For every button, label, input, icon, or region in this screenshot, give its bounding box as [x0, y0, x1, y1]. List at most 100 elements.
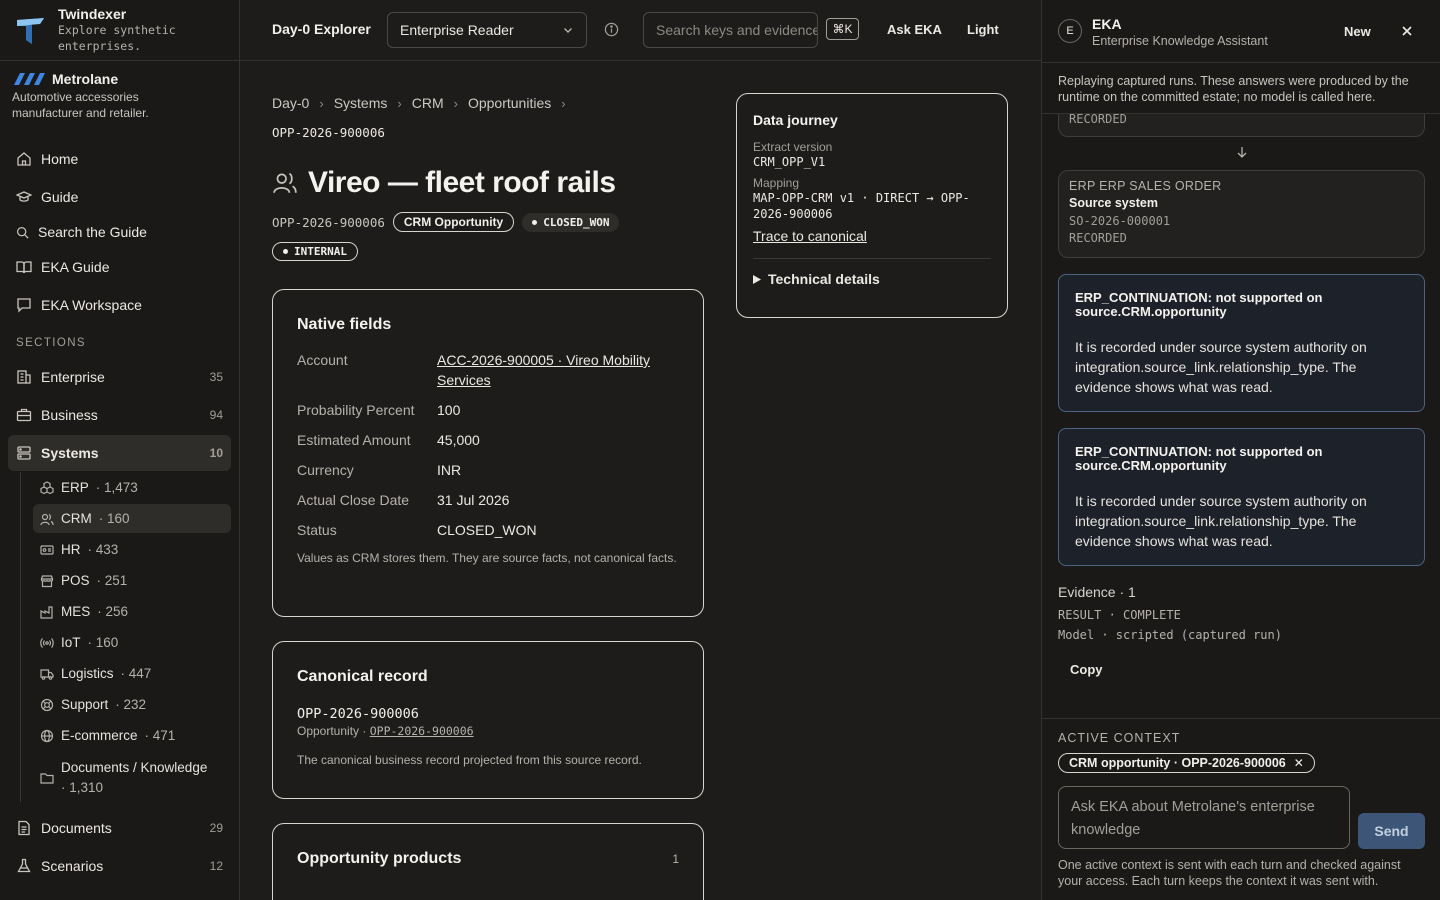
nav-enterprise-count: 35 — [209, 370, 223, 384]
record-meta: OPP-2026-900006 CRM Opportunity CLOSED_W… — [272, 212, 620, 232]
search-input[interactable]: Search keys and evidence — [643, 12, 818, 48]
nav-eka-workspace[interactable]: EKA Workspace — [8, 287, 231, 323]
ask-eka-input[interactable]: Ask EKA about Metrolane's enterprise kno… — [1058, 786, 1350, 849]
canonical-link[interactable]: OPP-2026-900006 — [370, 724, 474, 738]
conversation-scroll[interactable]: RECORDED ERP ERP SALES ORDER Source syst… — [1042, 113, 1440, 718]
field-value: 100 — [437, 402, 461, 418]
nav-home[interactable]: Home — [8, 141, 231, 177]
nav-scenarios[interactable]: Scenarios 12 — [8, 848, 231, 884]
account-link[interactable]: ACC-2026-900005 · Vireo Mobility Service… — [437, 350, 679, 390]
nav-eka-guide[interactable]: EKA Guide — [8, 249, 231, 285]
store-icon — [40, 574, 54, 587]
system-item-pos[interactable]: POS · 251 — [33, 566, 231, 595]
close-icon[interactable] — [1400, 24, 1414, 38]
chevron-right-icon: › — [561, 95, 566, 111]
classification-text: INTERNAL — [294, 245, 347, 258]
brand-tagline: Explore synthetic enterprises. — [58, 23, 176, 53]
nav-eka-guide-label: EKA Guide — [41, 259, 110, 275]
send-button[interactable]: Send — [1358, 813, 1425, 849]
chevron-right-icon: › — [397, 95, 402, 111]
folder-icon — [40, 773, 54, 784]
flask-icon — [17, 858, 31, 873]
system-item-support[interactable]: Support · 232 — [33, 690, 231, 719]
field-row: Currency INR — [297, 460, 679, 480]
nav-enterprise[interactable]: Enterprise 35 — [8, 359, 231, 395]
system-item-iot[interactable]: IoT · 160 — [33, 628, 231, 657]
role-select-value: Enterprise Reader — [400, 22, 514, 38]
ask-eka-button[interactable]: Ask EKA — [887, 22, 942, 37]
system-item-erp[interactable]: ERP · 1,473 — [33, 473, 231, 502]
system-item-hr[interactable]: HR · 433 — [33, 535, 231, 564]
system-item-label: E-commerce — [61, 728, 138, 743]
breadcrumb-current: OPP-2026-900006 — [272, 125, 385, 140]
extract-label: Extract version — [753, 140, 833, 154]
nav-search-guide[interactable]: Search the Guide — [8, 214, 231, 250]
nav-documents[interactable]: Documents 29 — [8, 810, 231, 846]
system-item-mes[interactable]: MES · 256 — [33, 597, 231, 626]
field-value: 31 Jul 2026 — [437, 492, 510, 508]
field-key: Actual Close Date — [297, 492, 410, 508]
server-icon — [17, 446, 31, 460]
breadcrumb-item[interactable]: Systems — [334, 95, 388, 111]
theme-toggle-button[interactable]: Light — [967, 22, 999, 37]
system-item-documents-knowledge[interactable]: Documents / Knowledge · 1,310 — [33, 757, 231, 799]
users-icon — [40, 513, 54, 525]
app-title: Day-0 Explorer — [272, 21, 371, 37]
chat-bubble-icon — [17, 298, 31, 313]
search-icon — [17, 226, 29, 239]
page-title-text: Vireo — fleet roof rails — [308, 166, 616, 199]
system-item-count: · 160 — [87, 635, 119, 650]
nav-guide[interactable]: Guide — [8, 179, 231, 215]
context-chip[interactable]: CRM opportunity · OPP-2026-900006 ✕ — [1058, 753, 1315, 773]
system-item-count: · 1,473 — [95, 480, 138, 495]
evidence-title[interactable]: Evidence · 1 — [1058, 584, 1282, 600]
classification-badge: INTERNAL — [272, 242, 358, 261]
canonical-kind-row: Opportunity · OPP-2026-900006 — [297, 724, 679, 738]
message-body: It is recorded under source system autho… — [1075, 493, 1367, 549]
brand[interactable]: Twindexer Explore synthetic enterprises. — [0, 0, 239, 61]
nav-home-label: Home — [41, 151, 79, 167]
nav-business[interactable]: Business 94 — [8, 397, 231, 433]
context-chip-label: CRM opportunity · OPP-2026-900006 — [1069, 756, 1286, 770]
message-title: ERP_CONTINUATION: not supported on sourc… — [1075, 444, 1323, 473]
remove-context-icon[interactable]: ✕ — [1294, 756, 1304, 770]
technical-details-toggle[interactable]: Technical details — [753, 271, 991, 287]
copy-button[interactable]: Copy — [1070, 662, 1103, 677]
field-value: CLOSED_WON — [437, 522, 537, 538]
trace-canonical-link[interactable]: Trace to canonical — [753, 228, 991, 244]
canonical-note: The canonical business record projected … — [297, 753, 642, 767]
status-badge-text: CLOSED_WON — [543, 215, 610, 229]
system-item-label: Logistics — [61, 666, 114, 681]
eka-panel-header: E EKA Enterprise Knowledge Assistant New — [1042, 0, 1440, 63]
system-item-label: HR — [61, 542, 81, 557]
document-icon — [18, 820, 30, 836]
system-item-ecommerce[interactable]: E-commerce · 471 — [33, 721, 231, 750]
replay-banner: Replaying captured runs. These answers w… — [1058, 74, 1409, 104]
system-item-label: ERP — [61, 480, 89, 495]
breadcrumb-item[interactable]: Opportunities — [468, 95, 551, 111]
nav-business-label: Business — [41, 407, 98, 423]
new-conversation-button[interactable]: New — [1344, 24, 1371, 39]
nav-systems[interactable]: Systems 10 — [8, 435, 231, 471]
system-item-logistics[interactable]: Logistics · 447 — [33, 659, 231, 688]
system-item-count: · 433 — [87, 542, 119, 557]
source-id: SO-2026-000001 — [1069, 214, 1171, 228]
command-shortcut-button[interactable]: ⌘K — [826, 18, 859, 40]
assistant-name: EKA — [1092, 16, 1122, 32]
breadcrumb-item[interactable]: CRM — [412, 95, 444, 111]
active-context-section: ACTIVE CONTEXT CRM opportunity · OPP-202… — [1042, 718, 1440, 900]
caret-right-icon — [753, 274, 761, 284]
nav-documents-label: Documents — [41, 820, 112, 836]
breadcrumb-item[interactable]: Day-0 — [272, 95, 309, 111]
role-select[interactable]: Enterprise Reader — [387, 12, 587, 48]
field-row: Status CLOSED_WON — [297, 520, 679, 540]
field-value: INR — [437, 462, 462, 478]
evidence-section: Evidence · 1 RESULT · COMPLETE Model · s… — [1058, 584, 1282, 642]
info-icon[interactable] — [604, 22, 619, 37]
system-item-crm[interactable]: CRM · 160 — [33, 504, 231, 533]
system-item-count: · 1,310 — [61, 780, 104, 795]
briefcase-icon — [16, 408, 32, 422]
source-card-previous: RECORDED — [1058, 114, 1425, 137]
field-row: Actual Close Date 31 Jul 2026 — [297, 490, 679, 510]
system-item-count: · 256 — [97, 604, 129, 619]
